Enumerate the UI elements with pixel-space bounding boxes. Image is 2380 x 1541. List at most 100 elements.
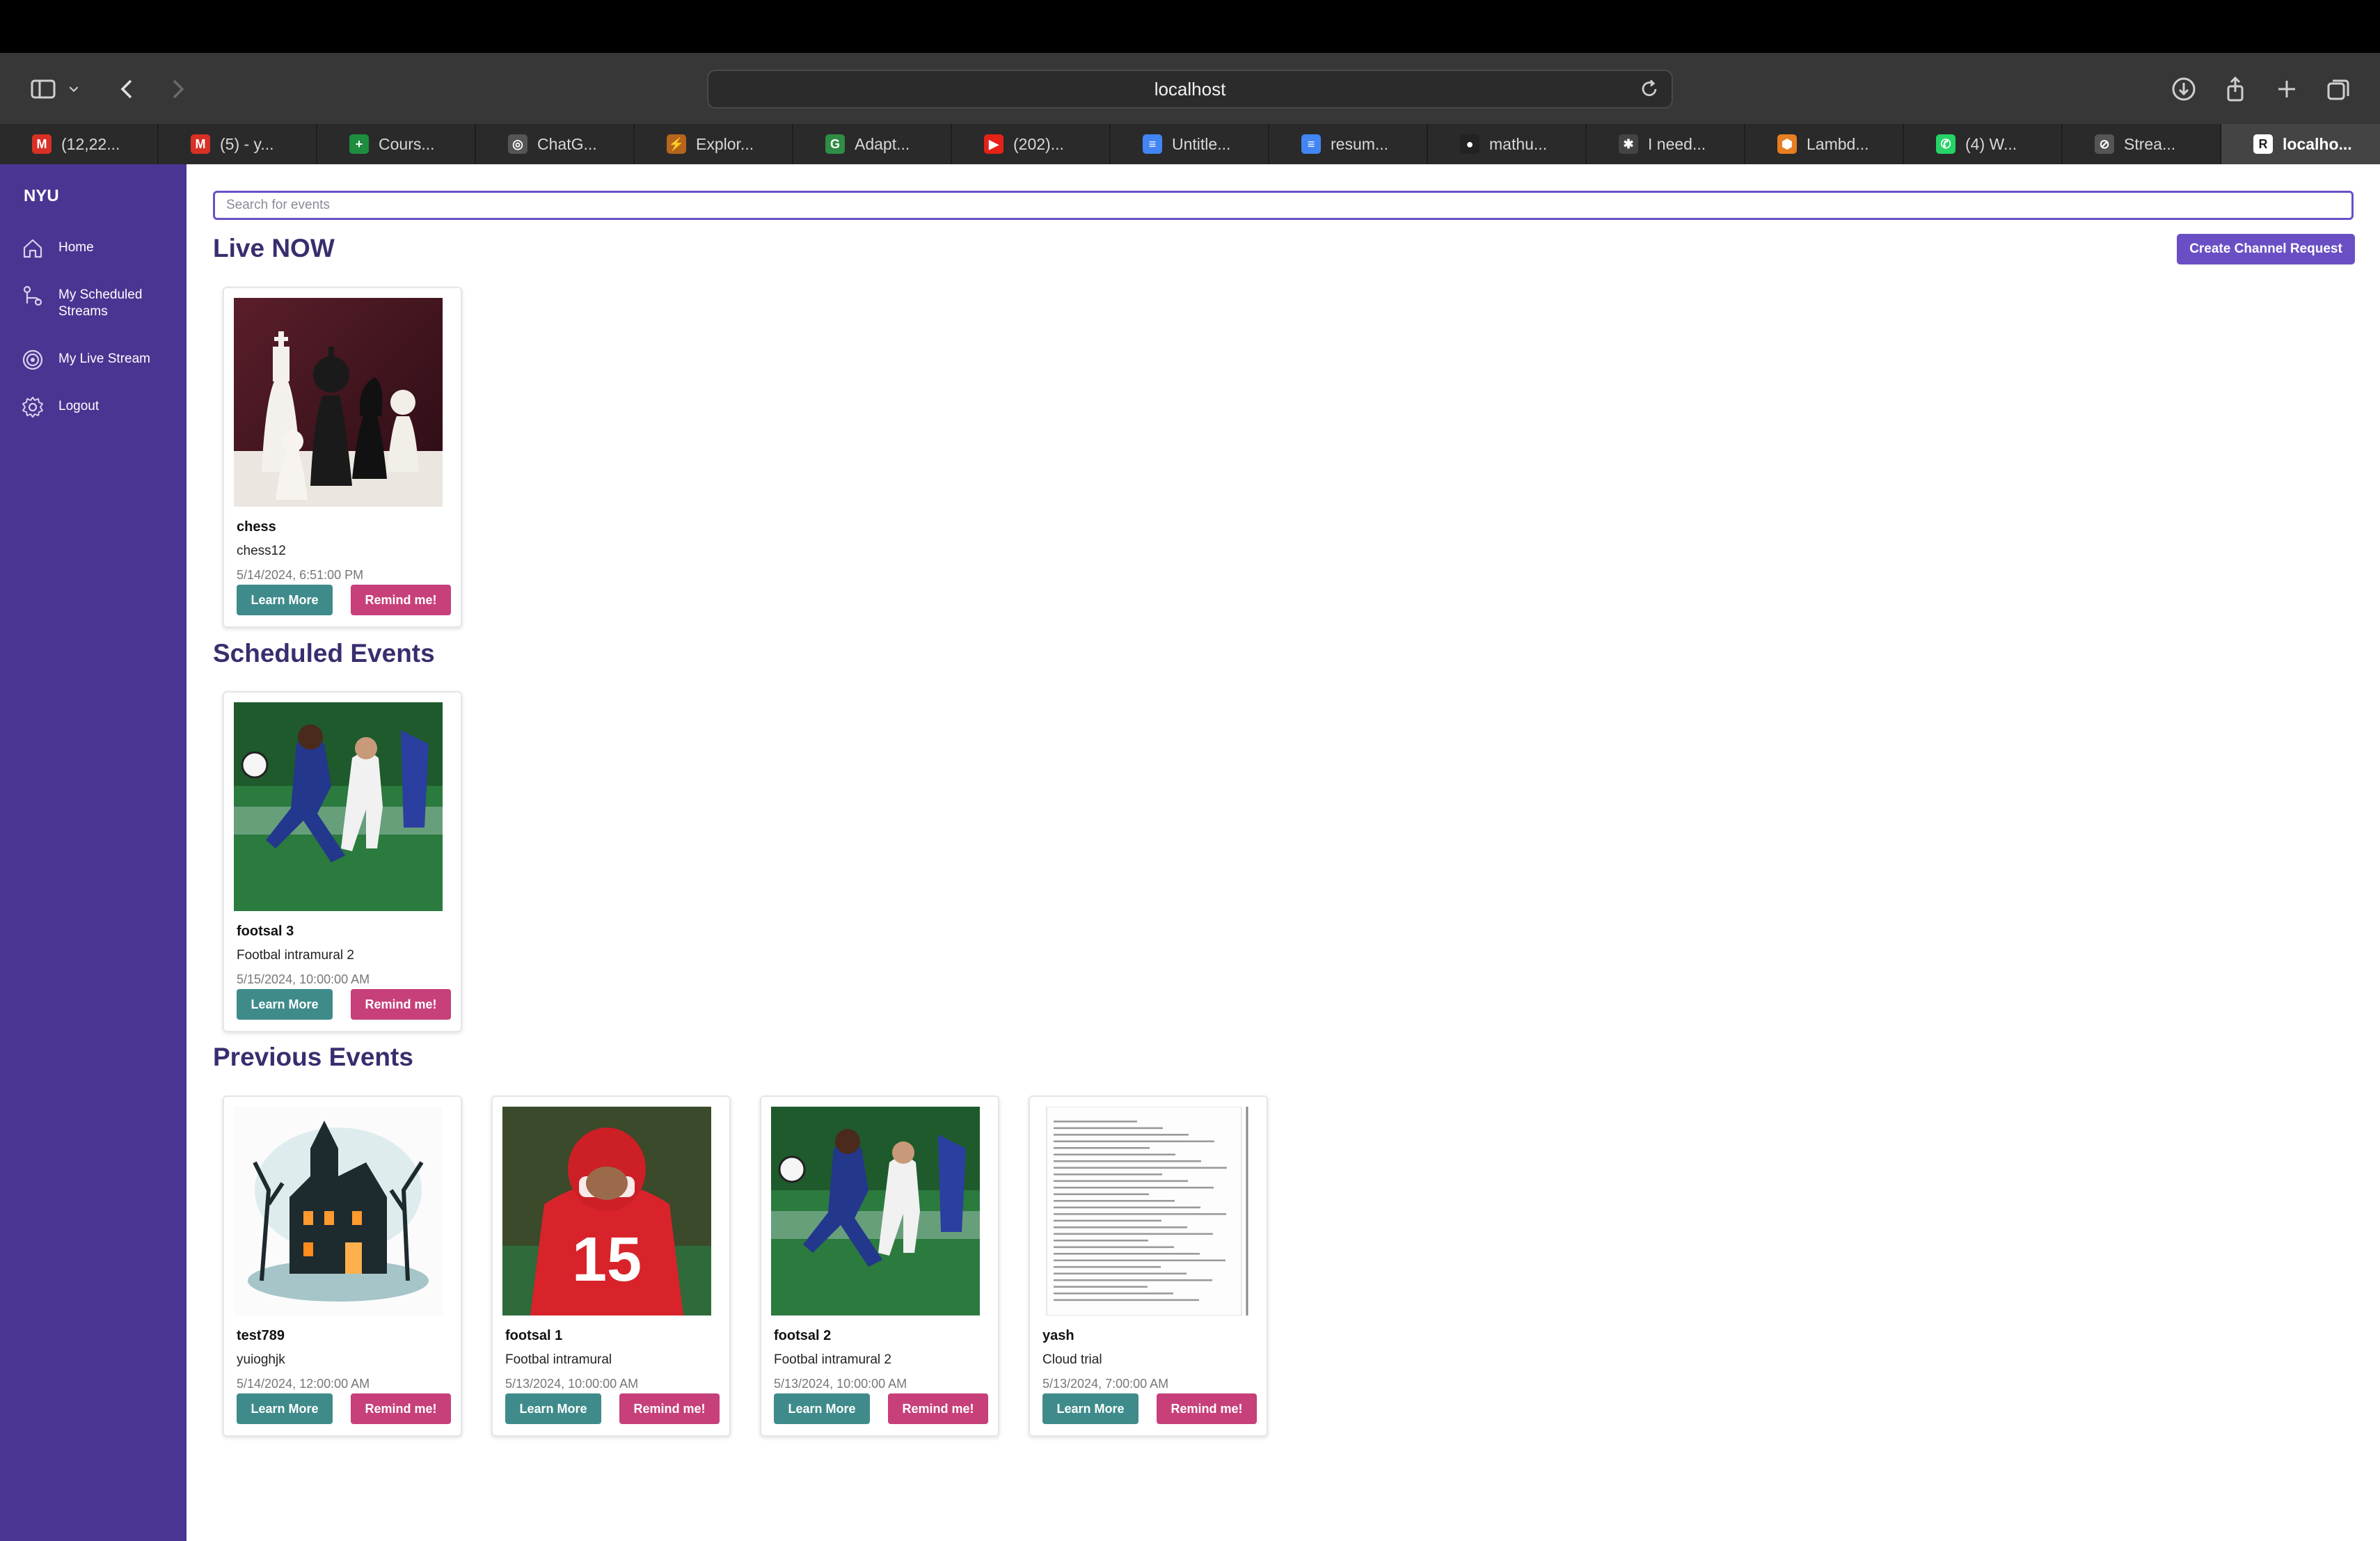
event-date: 5/15/2024, 10:00:00 AM bbox=[237, 972, 370, 986]
browser-tab-label: I need... bbox=[1648, 134, 1706, 153]
browser-tab[interactable]: ● mathu... bbox=[1428, 124, 1587, 164]
browser-tab-label: Untitle... bbox=[1172, 134, 1231, 153]
address-bar[interactable]: localhost bbox=[707, 70, 1673, 109]
sidebar-item-logout[interactable]: Logout bbox=[21, 397, 181, 419]
reload-icon[interactable] bbox=[1637, 77, 1662, 102]
github-icon: ● bbox=[1460, 134, 1479, 154]
sidebar-item-home[interactable]: Home bbox=[21, 239, 181, 260]
event-title: footsal 1 bbox=[505, 1328, 563, 1343]
remind-me-button[interactable]: Remind me! bbox=[888, 1393, 988, 1424]
svg-text:15: 15 bbox=[572, 1225, 642, 1295]
event-date: 5/14/2024, 6:51:00 PM bbox=[237, 568, 364, 582]
sidebar-item-label: Logout bbox=[58, 399, 100, 413]
remind-me-button[interactable]: Remind me! bbox=[619, 1393, 720, 1424]
browser-tab-label: localho... bbox=[2283, 134, 2352, 153]
browser-tab[interactable]: ◎ ChatG... bbox=[476, 124, 635, 164]
browser-tab[interactable]: ⚡ Explor... bbox=[635, 124, 793, 164]
explore-icon: ⚡ bbox=[667, 134, 686, 154]
create-channel-request-button[interactable]: Create Channel Request bbox=[2177, 234, 2355, 264]
event-date: 5/13/2024, 10:00:00 AM bbox=[505, 1377, 639, 1391]
learn-more-button[interactable]: Learn More bbox=[237, 1393, 333, 1424]
haunted-house-image bbox=[234, 1107, 443, 1315]
sidebar-toggle-icon[interactable] bbox=[26, 72, 60, 106]
learn-more-button[interactable]: Learn More bbox=[237, 585, 333, 615]
schedule-icon bbox=[23, 285, 42, 306]
share-icon[interactable] bbox=[2219, 72, 2252, 106]
browser-tab[interactable]: G Adapt... bbox=[793, 124, 952, 164]
home-icon bbox=[23, 239, 42, 258]
remind-me-button[interactable]: Remind me! bbox=[1157, 1393, 1257, 1424]
chatgpt-icon: ◎ bbox=[508, 134, 527, 154]
learn-more-button[interactable]: Learn More bbox=[237, 989, 333, 1020]
browser-tab[interactable]: ⬢ Lambd... bbox=[1745, 124, 1904, 164]
event-card: test789 yuioghjk 5/14/2024, 12:00:00 AM … bbox=[223, 1096, 462, 1437]
browser-tab[interactable]: ⊘ Strea... bbox=[2063, 124, 2221, 164]
event-date: 5/13/2024, 7:00:00 AM bbox=[1042, 1377, 1169, 1391]
browser-tab[interactable]: Rlocalho... bbox=[2221, 124, 2380, 164]
main-content: Live NOW Create Channel Request Schedule… bbox=[187, 164, 2380, 1541]
soccer-image bbox=[234, 702, 443, 911]
download-icon[interactable] bbox=[2167, 72, 2200, 106]
browser-tab-label: ChatG... bbox=[537, 134, 597, 153]
soccer-image bbox=[771, 1107, 980, 1315]
brand-logo: NYU bbox=[24, 187, 59, 205]
browser-tab[interactable]: M (5) - y... bbox=[159, 124, 317, 164]
gmail-icon: M bbox=[191, 134, 210, 154]
event-subtitle: Cloud trial bbox=[1042, 1352, 1102, 1367]
app-container: NYU Home My Scheduled Streams My Live St… bbox=[0, 164, 2380, 1541]
event-date: 5/13/2024, 10:00:00 AM bbox=[774, 1377, 907, 1391]
sidebar-item-scheduled-streams[interactable]: My Scheduled Streams bbox=[21, 285, 181, 320]
event-subtitle: chess12 bbox=[237, 544, 286, 558]
browser-tab[interactable]: ▶ (202)... bbox=[952, 124, 1111, 164]
browser-tab-label: (5) - y... bbox=[220, 134, 274, 153]
aws-icon: ⬢ bbox=[1777, 134, 1797, 154]
event-subtitle: Footbal intramural 2 bbox=[774, 1352, 891, 1367]
forward-icon[interactable] bbox=[160, 72, 193, 106]
youtube-icon: ▶ bbox=[984, 134, 1003, 154]
remind-me-button[interactable]: Remind me! bbox=[351, 1393, 451, 1424]
back-icon[interactable] bbox=[111, 72, 145, 106]
event-title: footsal 2 bbox=[774, 1328, 832, 1343]
browser-tab[interactable]: ≡ resum... bbox=[1269, 124, 1428, 164]
event-card: 15 footsal 1 Footbal intramural 5/13/202… bbox=[491, 1096, 731, 1437]
browser-tab[interactable]: ≡ Untitle... bbox=[1111, 124, 1269, 164]
browser-tab[interactable]: + Cours... bbox=[317, 124, 476, 164]
gmail-icon: M bbox=[32, 134, 51, 154]
browser-toolbar: localhost bbox=[0, 53, 2380, 124]
chevron-down-icon[interactable] bbox=[64, 72, 84, 106]
learn-more-button[interactable]: Learn More bbox=[774, 1393, 870, 1424]
tab-bar: M (12,22... M (5) - y... + Cours... ◎ ChatG... ⚡… bbox=[0, 124, 2380, 164]
event-title: test789 bbox=[237, 1328, 285, 1343]
sidebar-item-live-stream[interactable]: My Live Stream bbox=[21, 349, 181, 372]
sheets-icon: + bbox=[349, 134, 369, 154]
browser-tab-label: (12,22... bbox=[61, 134, 120, 153]
remind-me-button[interactable]: Remind me! bbox=[351, 989, 451, 1020]
browser-tab[interactable]: M (12,22... bbox=[0, 124, 159, 164]
whatsapp-icon: ✆ bbox=[1936, 134, 1955, 154]
browser-tab-label: Explor... bbox=[696, 134, 754, 153]
browser-tab-label: (202)... bbox=[1013, 134, 1064, 153]
learn-more-button[interactable]: Learn More bbox=[1042, 1393, 1139, 1424]
gear-icon bbox=[22, 397, 43, 418]
tab-overview-icon[interactable] bbox=[2322, 72, 2355, 106]
url-text: localhost bbox=[1154, 79, 1226, 100]
screen-top-bar bbox=[0, 0, 2380, 53]
event-date: 5/14/2024, 12:00:00 AM bbox=[237, 1377, 370, 1391]
browser-tab[interactable]: ✱ I need... bbox=[1587, 124, 1745, 164]
browser-tab-label: resum... bbox=[1331, 134, 1389, 153]
event-card: chess chess12 5/14/2024, 6:51:00 PM Lear… bbox=[223, 287, 462, 628]
event-subtitle: Footbal intramural bbox=[505, 1352, 612, 1367]
sidebar-item-label: Home bbox=[58, 240, 94, 255]
event-card: footsal 3 Footbal intramural 2 5/15/2024… bbox=[223, 691, 462, 1032]
remind-me-button[interactable]: Remind me! bbox=[351, 585, 451, 615]
browser-tab[interactable]: ✆ (4) W... bbox=[1904, 124, 2063, 164]
new-tab-icon[interactable] bbox=[2270, 72, 2303, 106]
event-title: footsal 3 bbox=[237, 924, 294, 939]
learn-more-button[interactable]: Learn More bbox=[505, 1393, 601, 1424]
browser-tab-label: Adapt... bbox=[855, 134, 910, 153]
section-title-previous: Previous Events bbox=[213, 1043, 413, 1071]
browser-tab-label: Strea... bbox=[2124, 134, 2176, 153]
sidebar-item-label: My Scheduled Streams bbox=[58, 287, 143, 319]
browser-tab-label: Cours... bbox=[379, 134, 435, 153]
search-input[interactable] bbox=[213, 191, 2354, 220]
